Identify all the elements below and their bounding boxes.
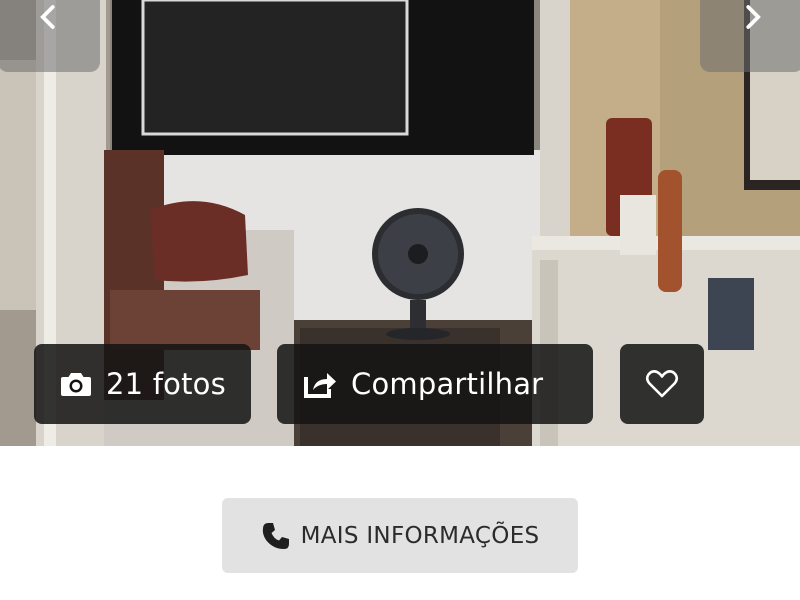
- camera-icon: [60, 370, 92, 398]
- chevron-right-icon: [746, 5, 761, 29]
- share-label: Compartilhar: [351, 367, 544, 401]
- chevron-left-icon: [40, 5, 55, 29]
- more-info-button[interactable]: MAIS INFORMAÇÕES: [222, 498, 578, 573]
- share-button[interactable]: Compartilhar: [277, 344, 593, 424]
- share-icon: [303, 369, 337, 399]
- favorite-button[interactable]: [620, 344, 704, 424]
- photos-count-button[interactable]: 21 fotos: [34, 344, 251, 424]
- previous-photo-button[interactable]: [0, 0, 100, 72]
- more-info-label: MAIS INFORMAÇÕES: [300, 522, 540, 549]
- phone-icon: [261, 521, 291, 551]
- next-photo-button[interactable]: [700, 0, 800, 72]
- listing-photo[interactable]: 21 fotos Compartilhar: [0, 0, 800, 446]
- heart-icon: [645, 370, 679, 398]
- photos-count-label: 21 fotos: [106, 367, 226, 401]
